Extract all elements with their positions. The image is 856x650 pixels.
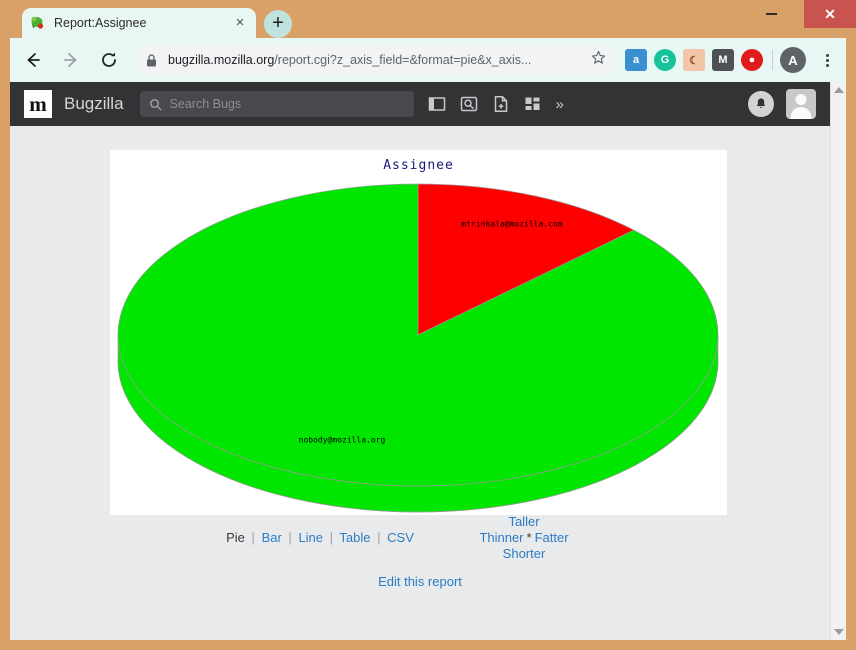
link-separator: | (251, 530, 255, 545)
forward-button[interactable] (56, 45, 86, 75)
format-link-line[interactable]: Line (298, 530, 323, 545)
profile-avatar-button[interactable]: A (780, 47, 806, 73)
page-scrollbar[interactable] (830, 82, 846, 640)
link-separator: | (288, 530, 292, 545)
size-link-taller[interactable]: Taller (508, 514, 539, 529)
browse-icon[interactable] (428, 95, 446, 113)
url-text: bugzilla.mozilla.org/report.cgi?z_axis_f… (168, 53, 585, 67)
format-link-bar[interactable]: Bar (262, 530, 282, 545)
browser-tab[interactable]: Report:Assignee × (22, 8, 256, 38)
close-icon: ✕ (824, 6, 836, 22)
size-links: Taller Thinner * Fatter Shorter (416, 514, 632, 562)
link-separator: | (377, 530, 381, 545)
reload-button[interactable] (94, 45, 124, 75)
adblock-icon[interactable]: ● (741, 49, 763, 71)
url-host: bugzilla.mozilla.org (168, 53, 275, 67)
scroll-up-arrow-icon[interactable] (834, 87, 844, 93)
slice-label-0: mtrinkala@mozilla.com (461, 219, 563, 229)
address-bar[interactable]: bugzilla.mozilla.org/report.cgi?z_axis_f… (136, 46, 617, 74)
menu-dot (825, 53, 829, 57)
link-separator: | (329, 530, 334, 545)
window-close-button[interactable]: ✕ (804, 0, 856, 28)
reload-icon (102, 52, 116, 67)
search-icon (149, 98, 161, 110)
forward-arrow-icon (64, 53, 77, 67)
grammarly-icon[interactable]: G (654, 49, 676, 71)
honey-icon[interactable]: ☾ (683, 49, 705, 71)
format-link-pie: Pie (226, 530, 245, 545)
edit-report-link[interactable]: Edit this report (378, 574, 462, 589)
dashboard-icon[interactable] (524, 95, 542, 113)
bookmark-star-icon[interactable] (591, 50, 607, 70)
size-link-fatter[interactable]: Fatter (535, 530, 569, 545)
back-arrow-icon (27, 53, 40, 67)
browser-menu-button[interactable] (814, 53, 840, 68)
back-button[interactable] (18, 45, 48, 75)
gmail-checker-icon[interactable]: M (712, 49, 734, 71)
report-links-row: Pie | Bar | Line | Table | CSV Taller Th… (10, 514, 830, 574)
tab-close-icon[interactable]: × (232, 15, 248, 31)
bugzilla-header: m Bugzilla Search Bugs » (10, 82, 830, 126)
notifications-bell-icon[interactable] (748, 91, 774, 117)
new-bug-icon[interactable] (492, 95, 510, 113)
search-input[interactable] (169, 97, 405, 111)
user-avatar[interactable] (786, 89, 816, 119)
avatar-head (795, 94, 807, 105)
toolbar-divider (772, 50, 773, 70)
bugzilla-favicon (30, 15, 46, 31)
more-nav-icon[interactable]: » (556, 96, 564, 113)
menu-dot (825, 58, 829, 62)
browser-toolbar: bugzilla.mozilla.org/report.cgi?z_axis_f… (10, 38, 846, 82)
slice-label-1: nobody@mozilla.org (298, 435, 386, 445)
browser-window: Report:Assignee × + ✕ bugzilla.mozilla.o… (0, 0, 856, 650)
minimize-icon (765, 13, 777, 15)
mozilla-logo[interactable]: m (24, 90, 52, 118)
edit-report-row: Edit this report (10, 574, 830, 589)
amazon-assistant-icon[interactable]: a (625, 49, 647, 71)
avatar-body (790, 107, 812, 119)
report-body: Assignee mtrinkala@mozilla.com nobody@mo… (10, 126, 830, 640)
lock-icon (146, 53, 160, 67)
size-link-shorter[interactable]: Shorter (503, 546, 546, 561)
format-link-csv[interactable]: CSV (387, 530, 414, 545)
search-bugs-box[interactable] (139, 91, 414, 117)
url-path: /report.cgi?z_axis_field=&format=pie&x_a… (274, 53, 532, 67)
page-viewport: m Bugzilla Search Bugs » Assignee mtrink… (10, 82, 846, 640)
tab-strip: Report:Assignee × + ✕ (0, 0, 856, 38)
chart-panel: Assignee mtrinkala@mozilla.com nobody@mo… (110, 150, 727, 515)
format-link-table[interactable]: Table (339, 530, 370, 545)
new-tab-button[interactable]: + (264, 10, 292, 38)
menu-dot (825, 63, 829, 67)
pie-chart: mtrinkala@mozilla.com nobody@mozilla.org (110, 150, 727, 515)
pie-chart-svg (117, 183, 719, 513)
advanced-search-icon[interactable] (460, 95, 478, 113)
size-link-thinner[interactable]: Thinner (479, 530, 523, 545)
size-link-separator: * (526, 530, 532, 545)
scroll-down-arrow-icon[interactable] (834, 629, 844, 635)
site-title[interactable]: Bugzilla (64, 94, 124, 114)
tab-title: Report:Assignee (54, 16, 147, 30)
